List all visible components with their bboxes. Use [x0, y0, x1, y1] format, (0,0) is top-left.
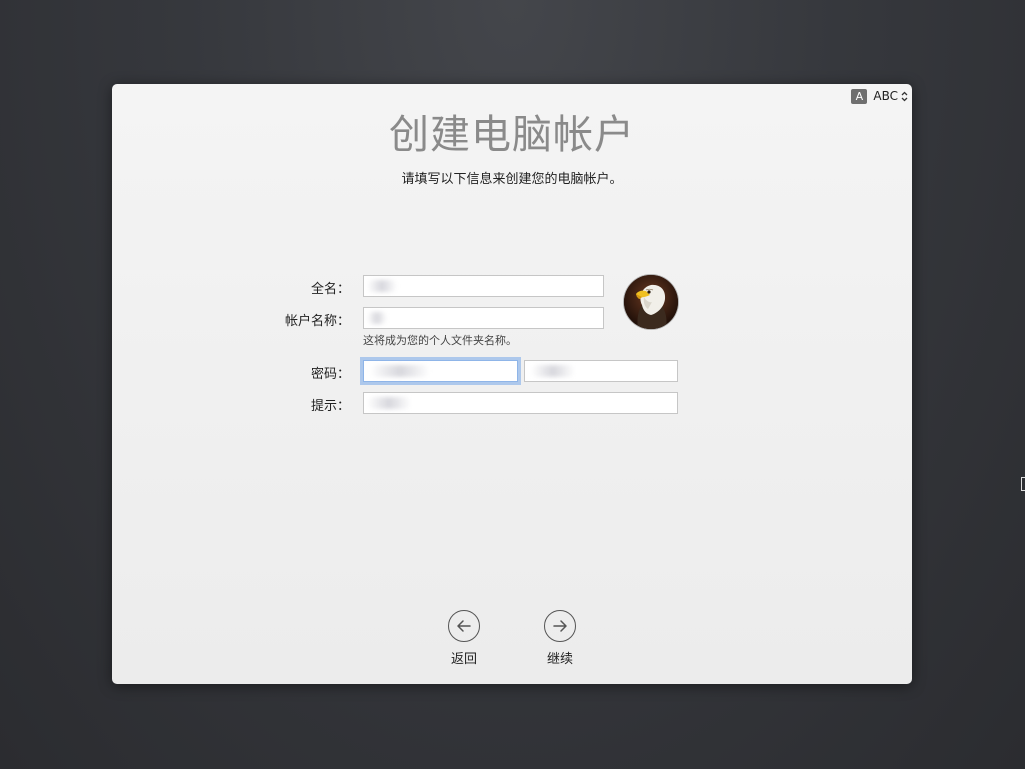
eagle-avatar-icon [624, 275, 678, 329]
arrow-right-icon [553, 620, 567, 632]
full-name-label: 全名： [310, 282, 350, 297]
continue-button[interactable]: 继续 [530, 610, 590, 667]
account-name-note: 这将成为您的个人文件夹名称。 [363, 334, 517, 347]
hint-field[interactable] [363, 392, 678, 414]
input-source-selector: ABC [873, 89, 908, 103]
back-button[interactable]: 返回 [434, 610, 494, 667]
redacted-text [367, 312, 387, 324]
redacted-text [531, 365, 575, 377]
redacted-text [370, 365, 430, 377]
input-source-label: ABC [873, 89, 898, 103]
setup-panel: A ABC 创建电脑帐户 请填写以下信息来创建您的电脑帐户。 全名： 帐户名称：… [112, 84, 912, 684]
verify-password-field[interactable] [524, 360, 678, 382]
user-avatar[interactable] [624, 275, 678, 329]
password-label: 密码： [310, 367, 350, 382]
account-name-field[interactable] [363, 307, 604, 329]
back-label: 返回 [450, 652, 477, 667]
text-cursor-icon [1021, 477, 1025, 491]
redacted-text [367, 397, 411, 409]
page-title: 创建电脑帐户 [389, 112, 635, 158]
up-down-chevron-icon [901, 91, 908, 101]
full-name-field[interactable] [363, 275, 604, 297]
continue-arrow-circle[interactable] [544, 610, 576, 642]
arrow-left-icon [457, 620, 471, 632]
back-arrow-circle[interactable] [448, 610, 480, 642]
hint-label: 提示： [310, 399, 350, 414]
password-field[interactable] [363, 360, 518, 382]
page-subtitle: 请填写以下信息来创建您的电脑帐户。 [401, 172, 623, 187]
continue-label: 继续 [546, 652, 573, 667]
redacted-text [367, 280, 397, 292]
account-name-label: 帐户名称： [284, 314, 350, 329]
